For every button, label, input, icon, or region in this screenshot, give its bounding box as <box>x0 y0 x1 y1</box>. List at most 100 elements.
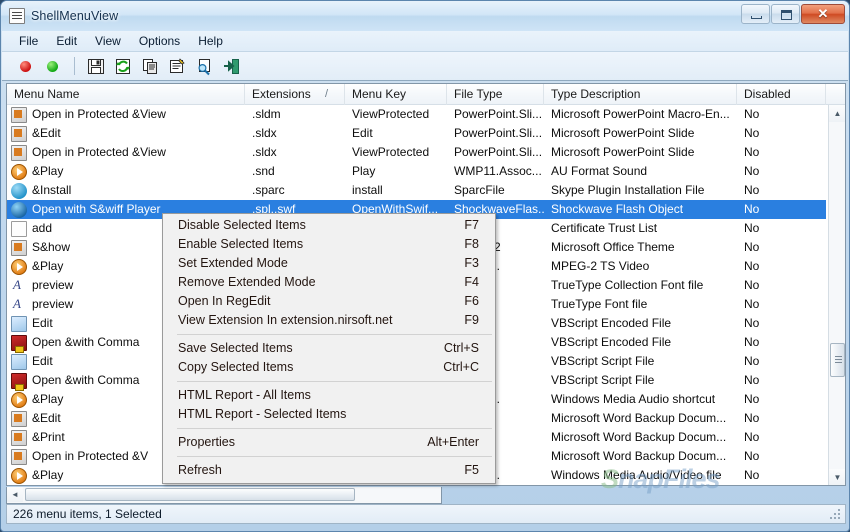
cell-menu-name: &Edit <box>32 126 61 140</box>
toolbar <box>2 52 848 81</box>
context-menu-item-save-selected-items[interactable]: Save Selected Items Ctrl+S <box>163 339 495 358</box>
context-menu-item-enable-selected-items[interactable]: Enable Selected Items F8 <box>163 235 495 254</box>
column-header-file-type[interactable]: File Type <box>447 84 544 105</box>
context-menu-item-html-report-selected-items[interactable]: HTML Report - Selected Items <box>163 405 495 424</box>
column-header-menu-key[interactable]: Menu Key <box>345 84 447 105</box>
minimize-button[interactable] <box>741 4 770 24</box>
cell-disabled: No <box>744 145 760 159</box>
column-header-label: Extensions <box>252 87 311 101</box>
cell-type-description: VBScript Encoded File <box>551 316 672 330</box>
enable-items-icon[interactable] <box>43 56 63 76</box>
column-header-type-description[interactable]: Type Description <box>544 84 737 105</box>
context-menu-item-label: Enable Selected Items <box>178 237 304 251</box>
cell-disabled: No <box>744 316 760 330</box>
table-row[interactable]: Open in Protected &View .sldm ViewProtecte… <box>7 105 826 124</box>
cell-file-type: PowerPoint.Sli... <box>454 145 543 159</box>
cell-disabled: No <box>744 373 760 387</box>
cell-menu-key: install <box>352 183 383 197</box>
menu-help[interactable]: Help <box>189 32 232 50</box>
cell-disabled: No <box>744 411 760 425</box>
column-header-extensions[interactable]: Extensions / <box>245 84 345 105</box>
disable-items-icon[interactable] <box>16 56 36 76</box>
cell-disabled: No <box>744 240 760 254</box>
table-row[interactable]: &Edit .sldx Edit PowerPoint.Sli... Microsoft… <box>7 124 826 143</box>
context-menu-item-view-extension-in-extension-nirsoft-net[interactable]: View Extension In extension.nirsoft.net F… <box>163 311 495 330</box>
context-menu-item-shortcut: F5 <box>464 463 479 477</box>
cell-extensions: .sldx <box>252 145 277 159</box>
horizontal-scrollbar[interactable]: ◄ <box>6 487 442 504</box>
cell-menu-name: &Install <box>32 183 72 197</box>
cell-type-description: Microsoft PowerPoint Slide <box>551 145 695 159</box>
exit-icon[interactable] <box>221 56 241 76</box>
cell-type-description: VBScript Encoded File <box>551 335 672 349</box>
menu-edit[interactable]: Edit <box>47 32 86 50</box>
context-menu-item-html-report-all-items[interactable]: HTML Report - All Items <box>163 386 495 405</box>
resize-grip[interactable] <box>830 509 842 521</box>
context-menu-item-properties[interactable]: Properties Alt+Enter <box>163 433 495 452</box>
cell-menu-key: Edit <box>352 126 373 140</box>
column-header-disabled[interactable]: Disabled <box>737 84 826 105</box>
context-menu-item-shortcut: F6 <box>464 294 479 308</box>
find-icon[interactable] <box>194 56 214 76</box>
cell-extensions: .snd <box>252 164 275 178</box>
cell-extensions: .sldm <box>252 107 281 121</box>
vertical-scroll-thumb[interactable] <box>830 343 845 377</box>
cell-menu-key: ViewProtected <box>352 145 430 159</box>
table-row[interactable]: &Play .snd Play WMP11.Assoc... AU Format Sou… <box>7 162 826 181</box>
context-menu-separator <box>177 381 492 382</box>
context-menu-separator <box>177 456 492 457</box>
context-menu-item-shortcut: F9 <box>464 313 479 327</box>
context-menu[interactable]: Disable Selected Items F7 Enable Selected … <box>162 213 496 484</box>
window-title: ShellMenuView <box>31 9 119 23</box>
scroll-left-icon[interactable]: ◄ <box>7 487 23 502</box>
cell-type-description: Shockwave Flash Object <box>551 202 684 216</box>
menu-options[interactable]: Options <box>130 32 189 50</box>
maximize-button[interactable] <box>771 4 800 24</box>
context-menu-item-remove-extended-mode[interactable]: Remove Extended Mode F4 <box>163 273 495 292</box>
refresh-icon[interactable] <box>113 56 133 76</box>
context-menu-item-refresh[interactable]: Refresh F5 <box>163 461 495 480</box>
scroll-down-icon[interactable]: ▼ <box>829 469 845 485</box>
context-menu-item-open-in-regedit[interactable]: Open In RegEdit F6 <box>163 292 495 311</box>
cell-menu-key: Play <box>352 164 376 178</box>
column-header-label: Type Description <box>551 87 641 101</box>
close-button[interactable]: ✕ <box>801 4 845 24</box>
cell-disabled: No <box>744 468 760 482</box>
cell-type-description: Microsoft Word Backup Docum... <box>551 430 727 444</box>
context-menu-item-label: Copy Selected Items <box>178 360 294 374</box>
table-row[interactable]: Open in Protected &View .sldx ViewProtecte… <box>7 143 826 162</box>
horizontal-scroll-thumb[interactable] <box>25 488 355 501</box>
context-menu-item-label: Set Extended Mode <box>178 256 288 270</box>
menu-file[interactable]: File <box>10 32 47 50</box>
context-menu-item-set-extended-mode[interactable]: Set Extended Mode F3 <box>163 254 495 273</box>
menu-view[interactable]: View <box>86 32 130 50</box>
vertical-scrollbar[interactable]: ▲ ▼ <box>828 105 845 485</box>
context-menu-item-label: Remove Extended Mode <box>178 275 316 289</box>
cell-file-type: PowerPoint.Sli... <box>454 126 543 140</box>
context-menu-item-copy-selected-items[interactable]: Copy Selected Items Ctrl+C <box>163 358 495 377</box>
cell-menu-key: ViewProtected <box>352 107 430 121</box>
properties-icon[interactable] <box>167 56 187 76</box>
cell-menu-name: Open in Protected &View <box>32 107 166 121</box>
cell-type-description: Windows Media Audio/Video file <box>551 468 722 482</box>
context-menu-item-label: Refresh <box>178 463 222 477</box>
cell-disabled: No <box>744 183 760 197</box>
save-icon[interactable] <box>86 56 106 76</box>
menu-bar: File Edit View Options Help <box>2 31 848 52</box>
cell-disabled: No <box>744 202 760 216</box>
cell-type-description: Certificate Trust List <box>551 221 658 235</box>
context-menu-separator <box>177 334 492 335</box>
cell-extensions: .sldx <box>252 126 277 140</box>
column-header-menu-name[interactable]: Menu Name <box>7 84 245 105</box>
context-menu-item-disable-selected-items[interactable]: Disable Selected Items F7 <box>163 216 495 235</box>
copy-icon[interactable] <box>140 56 160 76</box>
scroll-up-icon[interactable]: ▲ <box>829 105 845 122</box>
context-menu-item-label: Disable Selected Items <box>178 218 306 232</box>
cell-disabled: No <box>744 335 760 349</box>
app-window: ShellMenuView ✕ File Edit View Options H… <box>0 0 850 532</box>
cell-disabled: No <box>744 354 760 368</box>
cell-disabled: No <box>744 392 760 406</box>
cell-type-description: Skype Plugin Installation File <box>551 183 705 197</box>
table-row[interactable]: &Install .sparc install SparcFile Skype Plug… <box>7 181 826 200</box>
context-menu-item-label: HTML Report - Selected Items <box>178 407 347 421</box>
